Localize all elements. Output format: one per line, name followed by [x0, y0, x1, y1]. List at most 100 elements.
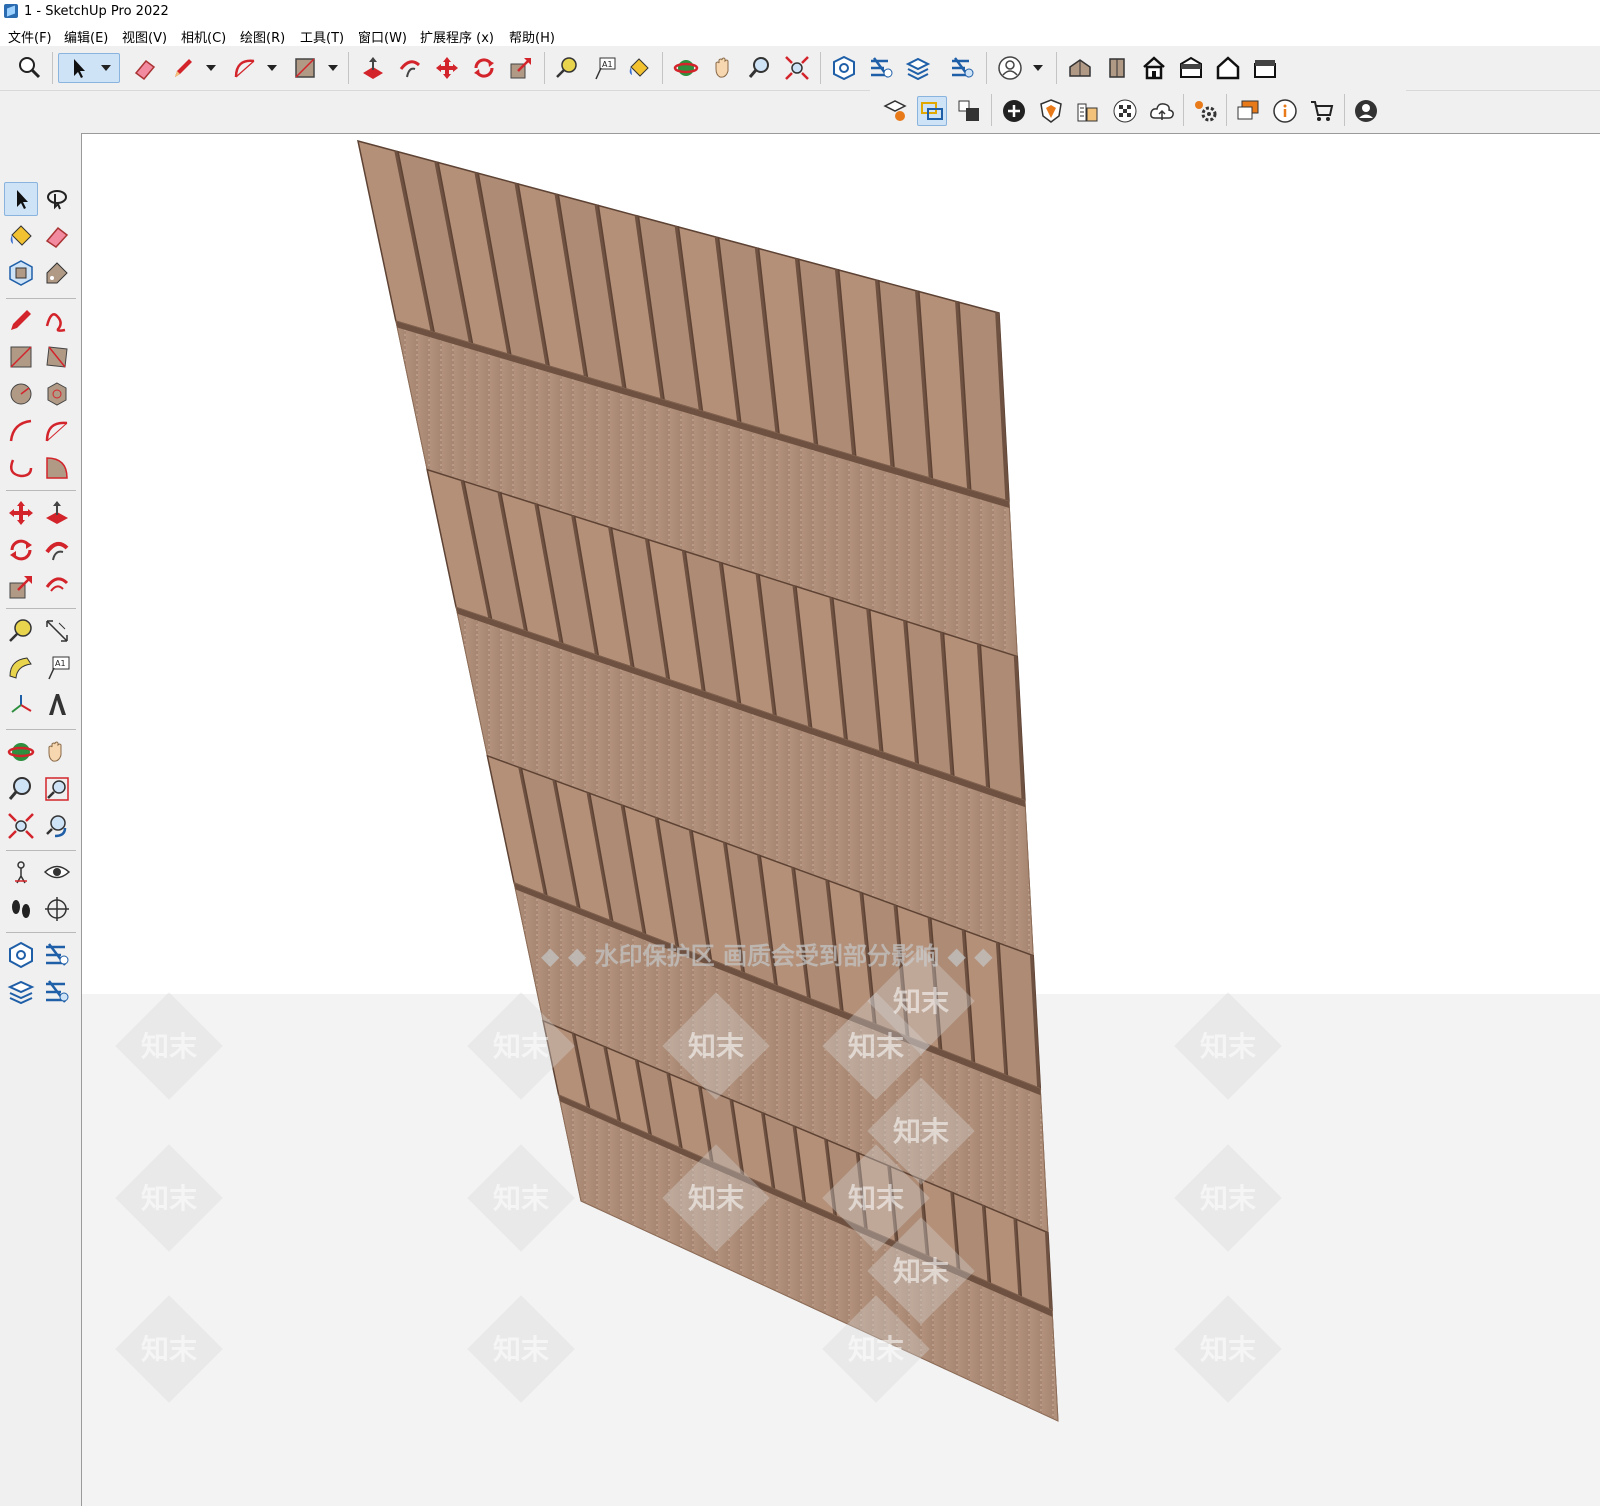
two-point-arc-icon[interactable] [40, 414, 74, 448]
section-plane-icon[interactable] [40, 892, 74, 926]
pencil-dropdown[interactable] [205, 53, 217, 83]
select-icon[interactable] [4, 182, 38, 216]
tag-icon[interactable] [40, 256, 74, 290]
arc-icon[interactable] [4, 414, 38, 448]
pencil-icon[interactable] [168, 53, 198, 83]
text-icon[interactable]: A1 [40, 651, 74, 685]
user-icon[interactable] [1351, 96, 1381, 126]
tape-measure-icon[interactable] [4, 614, 38, 648]
menu-window[interactable]: 窗口(W) [358, 27, 407, 46]
rotate-icon[interactable] [4, 533, 38, 567]
walk-icon[interactable] [4, 892, 38, 926]
menu-extensions[interactable]: 扩展程序 (x) [420, 27, 494, 46]
paint-bucket-icon[interactable] [624, 53, 654, 83]
solid-subtract-icon[interactable] [954, 96, 984, 126]
wood-panel-model[interactable]: ◆ ◆ 水印保护区 画质会受到部分影响 ◆ ◆ 知末 知末 知末 知末知末 知末 知末 知末… [82, 134, 1600, 1506]
orbit-icon[interactable] [671, 53, 701, 83]
extension-manager-icon[interactable] [40, 975, 74, 1009]
drawing-viewport[interactable]: ◆ ◆ 水印保护区 画质会受到部分影响 ◆ ◆ 知末 知末 知末 知末 知末 知末 知末 知末… [81, 133, 1600, 1506]
account-dropdown[interactable] [1032, 53, 1044, 83]
component-options-icon[interactable] [880, 96, 910, 126]
tape-measure-icon[interactable] [552, 53, 582, 83]
rectangle-dropdown[interactable] [327, 53, 339, 83]
push-pull-icon[interactable] [358, 53, 388, 83]
extension-warehouse-icon[interactable] [4, 975, 38, 1009]
menu-view[interactable]: 视图(V) [122, 27, 167, 46]
cloud-upload-icon[interactable] [1147, 96, 1177, 126]
info-icon[interactable] [1270, 96, 1300, 126]
eraser-icon[interactable] [40, 219, 74, 253]
three-point-arc-icon[interactable] [4, 451, 38, 485]
cart-icon[interactable] [1307, 96, 1337, 126]
position-camera-icon[interactable] [4, 855, 38, 889]
paint-bucket-icon[interactable] [4, 219, 38, 253]
checker-icon[interactable] [1110, 96, 1140, 126]
text-icon[interactable]: A1 [589, 53, 619, 83]
rectangle-icon[interactable] [4, 340, 38, 374]
iso-view-icon[interactable] [1065, 53, 1095, 83]
circle-icon[interactable] [4, 377, 38, 411]
zoom-extents-icon[interactable] [4, 809, 38, 843]
menu-camera[interactable]: 相机(C) [181, 27, 226, 46]
polygon-icon[interactable] [40, 377, 74, 411]
pencil-icon[interactable] [4, 303, 38, 337]
eraser-icon[interactable] [130, 53, 160, 83]
scale-icon[interactable] [4, 570, 38, 604]
account-icon[interactable] [995, 53, 1025, 83]
top-view-icon[interactable] [1139, 53, 1169, 83]
solid-union-icon[interactable] [917, 96, 947, 126]
shield-icon[interactable] [1036, 96, 1066, 126]
push-pull-icon[interactable] [40, 496, 74, 530]
rotate-icon[interactable] [469, 53, 499, 83]
pan-icon[interactable] [40, 735, 74, 769]
zoom-window-icon[interactable] [40, 772, 74, 806]
building-icon[interactable] [1073, 96, 1103, 126]
zoom-icon[interactable] [14, 53, 44, 83]
dimension-icon[interactable] [40, 614, 74, 648]
rotated-rectangle-icon[interactable] [40, 340, 74, 374]
menu-edit[interactable]: 编辑(E) [64, 27, 108, 46]
settings-icon[interactable] [1190, 96, 1220, 126]
follow-me-icon[interactable] [40, 533, 74, 567]
left-view-icon[interactable] [1250, 53, 1280, 83]
menu-tools[interactable]: 工具(T) [300, 27, 344, 46]
axes-icon[interactable] [4, 688, 38, 722]
warehouse-icon[interactable] [4, 938, 38, 972]
back-view-icon[interactable] [1213, 53, 1243, 83]
warehouse-icon[interactable] [829, 53, 859, 83]
zoom-extents-icon[interactable] [782, 53, 812, 83]
previous-view-icon[interactable] [40, 809, 74, 843]
right-view-icon[interactable] [1176, 53, 1206, 83]
menu-help[interactable]: 帮助(H) [509, 27, 555, 46]
extension-warehouse-icon[interactable] [903, 53, 933, 83]
share-model-icon[interactable] [866, 53, 896, 83]
pan-icon[interactable] [708, 53, 738, 83]
lasso-select-icon[interactable] [40, 182, 74, 216]
move-icon[interactable] [4, 496, 38, 530]
arc-dropdown[interactable] [266, 53, 278, 83]
move-icon[interactable] [432, 53, 462, 83]
component-icon[interactable] [4, 256, 38, 290]
3d-text-icon[interactable] [40, 688, 74, 722]
share-model-icon[interactable] [40, 938, 74, 972]
menu-file[interactable]: 文件(F) [8, 27, 52, 46]
follow-me-icon[interactable] [395, 53, 425, 83]
rectangle-icon[interactable] [290, 53, 320, 83]
svg-text:A1: A1 [55, 659, 66, 668]
add-icon[interactable] [999, 96, 1029, 126]
front-view-icon[interactable] [1102, 53, 1132, 83]
look-around-icon[interactable] [40, 855, 74, 889]
orbit-icon[interactable] [4, 735, 38, 769]
scale-icon[interactable] [506, 53, 536, 83]
dialog-icon[interactable] [1233, 96, 1263, 126]
select-dropdown[interactable] [100, 53, 112, 83]
arc-icon[interactable] [230, 53, 260, 83]
offset-icon[interactable] [40, 570, 74, 604]
freehand-icon[interactable] [40, 303, 74, 337]
protractor-icon[interactable] [4, 651, 38, 685]
menu-draw[interactable]: 绘图(R) [240, 27, 285, 46]
zoom-tool-icon[interactable] [4, 772, 38, 806]
zoom-tool-icon[interactable] [745, 53, 775, 83]
extension-manager-icon[interactable] [947, 53, 977, 83]
pie-icon[interactable] [40, 451, 74, 485]
